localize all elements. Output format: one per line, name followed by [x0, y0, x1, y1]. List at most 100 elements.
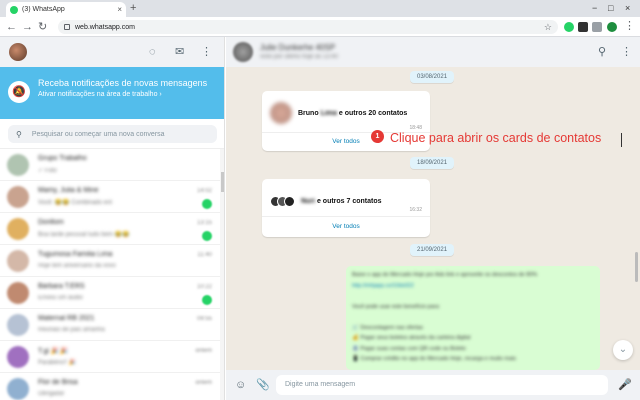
chat-last-message: Enviou um áudio	[38, 295, 83, 301]
back-icon[interactable]: ←	[6, 20, 17, 34]
chat-name: Flor de Brisa	[38, 379, 78, 386]
annotation-text: Clique para abrir os cards de contatos	[390, 131, 602, 145]
new-tab-button[interactable]: +	[130, 2, 136, 15]
date-divider: 03/08/2021	[410, 71, 455, 83]
chat-name: Tugumosa Familia Lima	[38, 251, 113, 258]
sidebar-header: ◌ ✉ ⋮	[0, 37, 224, 67]
contact-avatar-blurred	[270, 102, 292, 124]
chat-avatar	[7, 186, 29, 208]
chat-list-item[interactable]: Grupo Trabalho ✓ Foto	[0, 149, 220, 181]
contact-avatar-icon	[284, 195, 295, 207]
contact-name: Julie Dunkerhe 40SP	[260, 43, 336, 52]
new-chat-icon[interactable]: ✉	[175, 45, 184, 59]
message-line[interactable]: http://mhjapp.co/10ds022	[352, 283, 414, 289]
search-placeholder: Pesquisar ou começar uma nova conversa	[31, 130, 165, 138]
message-line: 🛒 Descontagem nas ofertas	[352, 324, 424, 331]
search-input[interactable]: ⚲ Pesquisar ou começar uma nova conversa	[8, 125, 217, 143]
chat-time: ontem	[195, 348, 212, 354]
chat-list-item[interactable]: Maternal RB 2021 Reunião de pais amanhã 09…	[0, 309, 220, 341]
search-icon: ⚲	[16, 129, 22, 139]
browser-menu-icon[interactable]: ⋮	[624, 19, 635, 33]
bell-off-icon: 🔕	[8, 81, 30, 103]
chat-last-message: Obrigada!	[38, 391, 65, 397]
date-divider: 18/09/2021	[410, 157, 455, 169]
chat-list-scroll-thumb[interactable]	[221, 172, 224, 192]
scroll-down-icon[interactable]: ⌄	[613, 340, 633, 360]
browser-tab[interactable]: (3) WhatsApp ×	[6, 2, 126, 17]
chat-avatar	[7, 218, 29, 240]
chat-list-item[interactable]: Flor de Brisa Obrigada! ontem	[0, 373, 220, 400]
message-line: Baixe o app do Mercado Hoje por Ads link…	[352, 272, 538, 278]
unread-badge	[202, 199, 212, 209]
chat-avatar	[7, 250, 29, 272]
date-divider: 21/09/2021	[410, 244, 455, 256]
profile-avatar-icon[interactable]	[607, 22, 617, 32]
chat-last-message: Hoje tem aniversario da vovo	[38, 263, 116, 269]
minimize-button[interactable]: −	[592, 2, 597, 14]
whatsapp-favicon-icon	[10, 5, 18, 14]
chat-time: 10:22	[196, 284, 212, 290]
address-bar[interactable]: web.whatsapp.com ☆	[58, 20, 558, 34]
text-cursor	[621, 133, 622, 147]
microphone-icon[interactable]: 🎤	[618, 378, 632, 392]
chat-last-message: ✓ Foto	[38, 168, 57, 174]
chat-name: Bárbara T.ERS	[38, 283, 85, 290]
notification-banner[interactable]: 🔕 Receba notificações de novas mensagens…	[0, 67, 224, 119]
chat-name: Maternal RB 2021	[38, 315, 95, 322]
card-title-suffix: e outros 20 contatos	[338, 109, 408, 117]
chat-list: Grupo Trabalho ✓ Foto Mamy, Julia & Mine Vo…	[0, 149, 220, 400]
conversation-menu-icon[interactable]: ⋮	[621, 45, 632, 59]
chat-time: ontem	[195, 380, 212, 386]
contacts-card[interactable]: Nuri e outros 7 contatos 16:32 Ver todos	[262, 179, 430, 237]
tab-close-icon[interactable]: ×	[117, 5, 122, 14]
status-icon[interactable]: ◌	[149, 45, 156, 59]
chat-name: Dorillom	[38, 219, 64, 226]
chat-avatar	[7, 154, 29, 176]
chat-time: 14:02	[196, 188, 212, 194]
card-title-blurred: Nuri	[301, 197, 315, 205]
notification-title: Receba notificações de novas mensagens	[38, 78, 208, 88]
maximize-button[interactable]: □	[608, 2, 613, 14]
contact-avatar[interactable]	[233, 42, 253, 62]
extension-menu-icon[interactable]	[592, 22, 602, 32]
search-messages-icon[interactable]: ⚲	[598, 45, 606, 59]
stacked-avatars	[270, 195, 295, 207]
reload-icon[interactable]: ↻	[38, 20, 47, 34]
message-line: 📱 Comprar crédito no app do Mercado Hoje…	[352, 356, 516, 362]
tab-title: (3) WhatsApp	[22, 6, 65, 13]
chat-time: 11:40	[197, 252, 212, 258]
notification-link[interactable]: Ativar notificações na área de trabalho …	[38, 89, 215, 100]
chat-last-message: Boa tarde pessoal tudo bem 😂😂	[38, 232, 130, 238]
extension-wa-icon[interactable]	[564, 22, 574, 32]
chat-list-item[interactable]: T.gi 🎉🎉 Parabéns!! 🎉 ontem	[0, 341, 220, 373]
card-divider	[262, 216, 430, 217]
chat-list-item[interactable]: Tugumosa Familia Lima Hoje tem aniversari…	[0, 245, 220, 277]
chat-list-item[interactable]: Mamy, Julia & Mine Você: 😂😂 Combinado ent…	[0, 181, 220, 213]
view-all-button[interactable]: Ver todos	[262, 223, 430, 230]
browser-tab-strip: (3) WhatsApp × + − □ ×	[0, 0, 640, 17]
forward-icon[interactable]: →	[22, 20, 33, 34]
conversation-scrollbar[interactable]	[635, 252, 638, 282]
my-avatar[interactable]	[9, 43, 27, 61]
lock-icon	[64, 24, 70, 30]
menu-icon[interactable]: ⋮	[201, 45, 212, 59]
close-window-button[interactable]: ×	[625, 2, 630, 14]
attach-icon[interactable]: 📎	[256, 378, 270, 392]
emoji-icon[interactable]: ☺	[235, 378, 246, 392]
chat-name: T.gi 🎉🎉	[38, 348, 69, 355]
extensions-puzzle-icon[interactable]	[578, 22, 588, 32]
message-composer: ☺ 📎 Digite uma mensagem 🎤	[226, 370, 640, 400]
chat-avatar	[7, 282, 29, 304]
chat-list-item[interactable]: Bárbara T.ERS Enviou um áudio 10:22	[0, 277, 220, 309]
conversation-header[interactable]: Julie Dunkerhe 40SP visto por último hoj…	[226, 37, 640, 67]
search-bar: ⚲ Pesquisar ou começar uma nova conversa	[0, 119, 224, 149]
message-input[interactable]: Digite uma mensagem	[276, 375, 608, 395]
message-line: Você pode usar este benefício para:	[352, 303, 441, 310]
bookmark-star-icon[interactable]: ☆	[544, 22, 552, 33]
card-title-blurred: Lima	[320, 109, 337, 117]
outgoing-message[interactable]: Baixe o app do Mercado Hoje por Ads link…	[346, 266, 600, 370]
chat-avatar	[7, 378, 29, 400]
chat-last-message: Reunião de pais amanhã	[38, 327, 105, 333]
chat-list-item[interactable]: Dorillom Boa tarde pessoal tudo bem 😂😂 13:…	[0, 213, 220, 245]
unread-badge	[202, 231, 212, 241]
